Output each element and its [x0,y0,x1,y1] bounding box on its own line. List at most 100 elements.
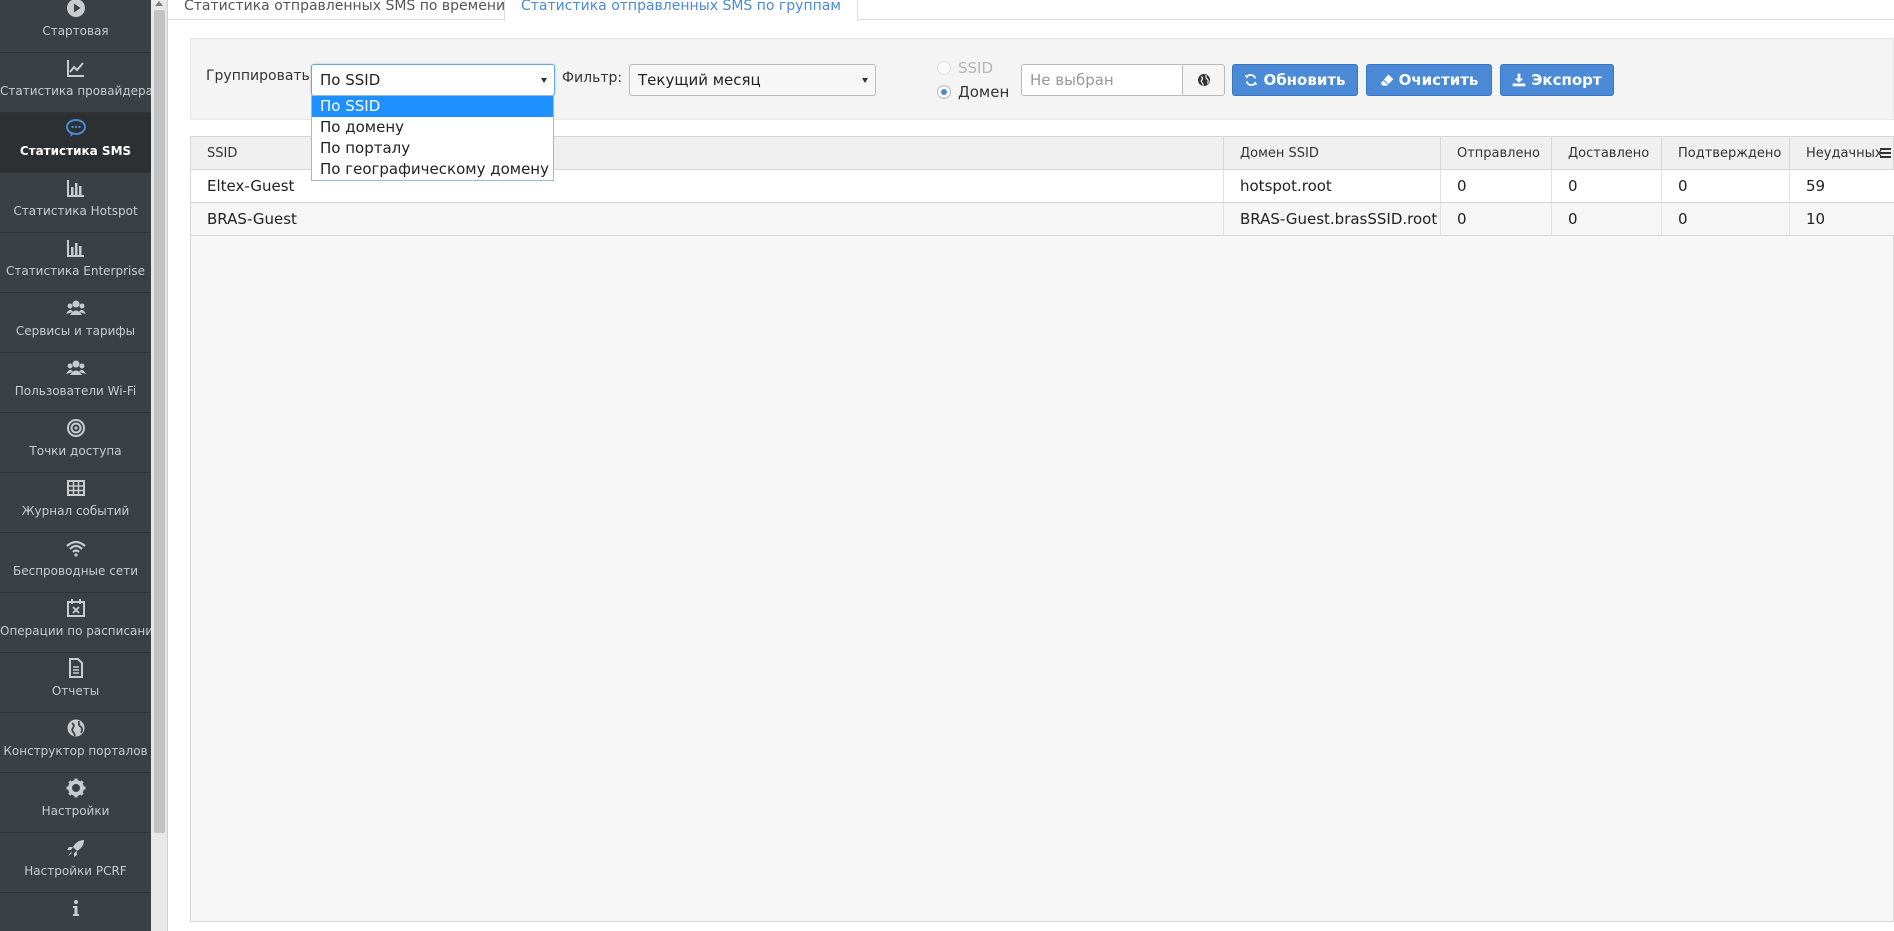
refresh-icon [1245,74,1258,86]
group-by-label: Группировать [206,68,310,84]
sidebar-item-event-log[interactable]: Журнал событий [0,473,151,533]
column-menu-icon[interactable] [1879,147,1892,159]
sidebar-scrollbar[interactable] [151,0,168,931]
radio-ssid-circle[interactable] [937,61,951,75]
sidebar-item-hotspot-stats[interactable]: Статистика Hotspot [0,173,151,233]
globe-icon [1197,74,1210,86]
sidebar-item-label: Статистика Enterprise [5,264,146,278]
group-by-option-domain[interactable]: По домену [312,117,553,138]
clear-button[interactable]: Очистить [1366,64,1492,96]
tab-sms-by-time[interactable]: Статистика отправленных SMS по времени [168,0,523,20]
domain-input-placeholder: Не выбран [1030,71,1114,89]
rocket-icon [0,837,151,859]
sidebar-item-label: Статистика Hotspot [13,204,138,218]
sidebar-item-label: Журнал событий [21,504,130,518]
gear-icon [0,777,151,799]
column-header-sent[interactable]: Отправлено [1441,137,1552,170]
sidebar-item-label: Операции по расписанию [0,624,151,638]
group-by-select[interactable]: По SSID [311,64,555,96]
period-filter-select[interactable]: Текущий месяц [629,64,876,96]
sidebar-item-label: Статистика SMS [19,144,132,158]
radio-ssid[interactable]: SSID [937,59,993,77]
cell-delivered: 0 [1552,203,1662,235]
comment-icon [0,117,151,139]
period-filter-value: Текущий месяц [638,71,761,89]
group-by-option-portal[interactable]: По порталу [312,138,553,159]
users-icon [0,297,151,319]
group-by-option-ssid[interactable]: По SSID [312,96,553,117]
users-icon [0,357,151,379]
sidebar-item-label: Сервисы и тарифы [15,324,136,338]
cell-failed: 59 [1806,177,1826,195]
sidebar-item-label: Пользователи Wi-Fi [14,384,137,398]
bar-chart-icon [0,177,151,199]
scroll-up-arrow-icon[interactable] [155,1,163,6]
table-row[interactable]: BRAS-Guest BRAS-Guest.brasSSID.root 0 0 … [191,203,1894,236]
cell-sent: 0 [1441,170,1552,202]
eraser-icon [1380,74,1393,86]
scrollbar-thumb[interactable] [154,10,165,833]
calendar-icon [0,597,151,619]
tab-sms-by-groups[interactable]: Статистика отправленных SMS по группам [504,0,858,21]
sidebar-item-start[interactable]: Стартовая [0,0,151,53]
cell-ssid: BRAS-Guest [191,203,1224,235]
radio-domain-label: Домен [958,83,1010,101]
sidebar-item-provider-stats[interactable]: Статистика провайдера [0,53,151,113]
sidebar-item-label: Стартовая [42,24,109,38]
target-icon [0,417,151,439]
sidebar-item-label: Беспроводные сети [12,564,138,578]
stats-table: SSID Домен SSID Отправлено Доставлено По… [190,136,1894,922]
caret-down-icon [541,78,547,83]
cell-failed: 10 [1806,210,1826,228]
domain-input[interactable]: Не выбран [1021,64,1183,96]
tab-bar: Статистика отправленных SMS по времени С… [168,0,1894,21]
table-icon [0,477,151,499]
sidebar-item-label: Настройки [41,804,110,818]
sidebar-item-settings[interactable]: Настройки [0,773,151,833]
sidebar-item-services[interactable]: Сервисы и тарифы [0,293,151,353]
sidebar-item-wifi-users[interactable]: Пользователи Wi-Fi [0,353,151,413]
column-header-ssid-domain[interactable]: Домен SSID [1224,137,1441,170]
refresh-button[interactable]: Обновить [1232,64,1358,96]
sidebar-item-label: Настройки PCRF [24,864,127,878]
file-icon [0,657,151,679]
app-window: Стартовая Статистика провайдера Статисти… [0,0,1894,931]
line-chart-icon [0,57,151,79]
group-by-dropdown-list: По SSID По домену По порталу По географи… [311,95,554,181]
radio-domain[interactable]: Домен [937,83,1009,101]
column-header-failed[interactable]: Неудачных [1790,137,1893,170]
sidebar-item-label: Точки доступа [29,444,122,458]
export-button[interactable]: Экспорт [1500,64,1614,96]
group-by-option-geo-domain[interactable]: По географическому домену [312,159,553,180]
info-icon [0,897,151,919]
sidebar-item-portal-constructor[interactable]: Конструктор порталов [0,713,151,773]
sidebar-item-label: Отчеты [51,684,100,698]
sidebar-item-sms-stats[interactable]: Статистика SMS [0,113,151,173]
cell-confirmed: 0 [1662,170,1790,202]
clear-button-label: Очистить [1398,71,1479,89]
bar-chart-icon [0,237,151,259]
sidebar-item-access-points[interactable]: Точки доступа [0,413,151,473]
radio-domain-circle[interactable] [937,85,951,99]
sidebar-item-reports[interactable]: Отчеты [0,653,151,713]
sidebar-item-pcrf-settings[interactable]: Настройки PCRF [0,833,151,893]
radio-ssid-label: SSID [958,59,994,77]
globe-icon [0,717,151,739]
domain-picker-button[interactable] [1183,64,1225,96]
refresh-button-label: Обновить [1263,71,1346,89]
cell-delivered: 0 [1552,170,1662,202]
sidebar-item-scheduled-operations[interactable]: Операции по расписанию [0,593,151,653]
sidebar-item-enterprise-stats[interactable]: Статистика Enterprise [0,233,151,293]
group-by-value: По SSID [320,71,381,89]
column-header-confirmed[interactable]: Подтверждено [1662,137,1790,170]
cell-sent: 0 [1441,203,1552,235]
cell-ssid-domain: BRAS-Guest.brasSSID.root [1224,203,1441,235]
sidebar-item-info[interactable] [0,893,151,931]
download-icon [1513,73,1526,87]
cell-confirmed: 0 [1662,203,1790,235]
wifi-icon [0,537,151,559]
export-button-label: Экспорт [1531,71,1602,89]
column-header-delivered[interactable]: Доставлено [1552,137,1662,170]
sidebar-item-wireless-networks[interactable]: Беспроводные сети [0,533,151,593]
caret-down-icon [862,78,868,83]
